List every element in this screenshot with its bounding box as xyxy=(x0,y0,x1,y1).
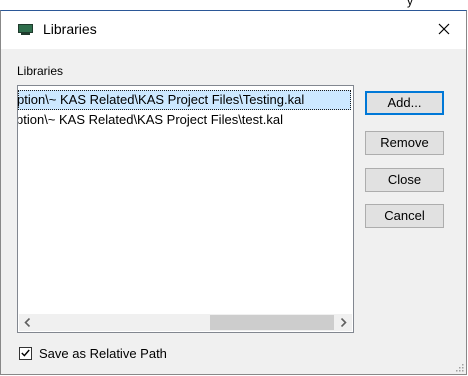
cancel-button[interactable]: Cancel xyxy=(365,204,444,228)
list-item[interactable]: ption\~ KAS Related\KAS Project Files\Te… xyxy=(18,90,351,110)
horizontal-scrollbar[interactable] xyxy=(19,314,352,331)
close-button[interactable]: Close xyxy=(365,168,444,192)
dialog-title: Libraries xyxy=(43,21,97,37)
relative-path-checkbox[interactable] xyxy=(19,346,32,360)
background-text: y xyxy=(407,0,413,8)
close-window-button[interactable] xyxy=(422,11,466,47)
chevron-right-icon xyxy=(340,318,347,327)
window-icon xyxy=(18,24,33,35)
chevron-left-icon xyxy=(24,318,31,327)
remove-button[interactable]: Remove xyxy=(365,131,444,155)
scroll-thumb[interactable] xyxy=(210,315,334,330)
close-icon xyxy=(438,23,450,35)
libraries-list[interactable]: ption\~ KAS Related\KAS Project Files\Te… xyxy=(17,85,354,333)
resize-grip-icon[interactable] xyxy=(454,362,464,372)
add-button[interactable]: Add... xyxy=(365,91,444,115)
relative-path-label[interactable]: Save as Relative Path xyxy=(39,346,167,361)
title-bar[interactable]: Libraries xyxy=(1,11,466,49)
relative-path-option[interactable]: Save as Relative Path xyxy=(19,345,167,361)
scroll-right-button[interactable] xyxy=(335,314,352,331)
list-item[interactable]: ption\~ KAS Related\KAS Project Files\te… xyxy=(18,110,353,130)
background-window: y xyxy=(0,0,468,10)
scroll-left-button[interactable] xyxy=(19,314,36,331)
libraries-label: Libraries xyxy=(17,64,64,78)
checkmark-icon xyxy=(21,349,30,357)
libraries-dialog: Libraries Libraries ption\~ KAS Related\… xyxy=(0,10,467,375)
